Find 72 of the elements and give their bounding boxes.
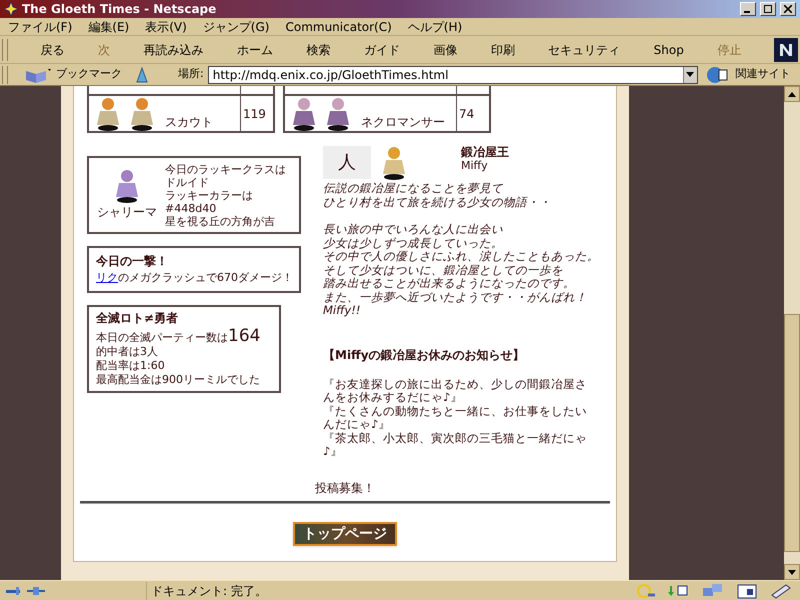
- lucky-text: ラッキーカラーは#448d40: [165, 188, 254, 214]
- toolbar-button[interactable]: 印刷: [490, 40, 515, 58]
- toolbar-button[interactable]: ホーム: [237, 40, 274, 58]
- kanji-tile: 人: [323, 146, 371, 179]
- lotto-count: 本日の全滅パーティー数は 164: [96, 328, 262, 344]
- window-title: The Gloeth Times - Netscape: [22, 1, 218, 18]
- location-label: 場所:: [178, 66, 204, 82]
- address-card-icon[interactable]: [736, 582, 758, 598]
- maximize-icon: [764, 5, 772, 13]
- lucky-text: 星を視る丘の方角が吉: [165, 214, 276, 228]
- lotto-title: 全滅ロト≠勇者: [96, 310, 180, 324]
- strike-title: 今日の一撃！: [96, 253, 169, 270]
- lotto-text: 配当率は1:60: [96, 358, 166, 372]
- story-line: 伝説の鍛冶屋になることを夢見て: [323, 182, 504, 196]
- close-button[interactable]: [780, 2, 796, 16]
- scrollbar[interactable]: [784, 86, 800, 580]
- player-link[interactable]: リク: [96, 271, 118, 284]
- toolbar-button[interactable]: 再読み込み: [144, 40, 204, 58]
- story-line: 少女は少しずつ成長していった。: [323, 236, 504, 250]
- minimize-button[interactable]: [740, 2, 756, 16]
- menu-item[interactable]: 表示(V): [145, 18, 187, 36]
- app-icon: [4, 2, 18, 16]
- navigator-icon[interactable]: [634, 582, 656, 598]
- notice-text: 『たくさんの動物たちと一緒に、お仕事をしたいんだにゃ♪』: [323, 404, 588, 432]
- strike-text: リク のメガクラッシュで670ダメージ！: [96, 270, 292, 286]
- story-line: ひとり村を出て旅を続ける少女の物語・・: [323, 196, 552, 209]
- notice-title: 【Miffyの鍛冶屋お休みのお知らせ】: [323, 346, 526, 364]
- story-author: Miffy: [461, 159, 489, 172]
- toolbar-button[interactable]: 検索: [306, 40, 330, 58]
- related-sites-button[interactable]: 関連サイト: [706, 66, 791, 84]
- url-field[interactable]: http://mdq.enix.co.jp/GloethTimes.html: [208, 66, 698, 84]
- mail-icon[interactable]: [668, 582, 690, 598]
- toolbar-button[interactable]: セキュリティ: [548, 40, 620, 58]
- close-icon: [784, 5, 792, 13]
- lucky-text: 今日のラッキークラスはドルイド: [165, 162, 287, 188]
- class-name: ネクロマンサー: [361, 114, 445, 131]
- story-line: その中で人の優しさにふれ、涙したこともあった。: [323, 250, 600, 264]
- book-icon: [24, 66, 52, 82]
- toolbar-button[interactable]: 画像: [433, 40, 458, 58]
- top-page-button[interactable]: トップページ: [293, 522, 397, 546]
- menu-item[interactable]: 編集(E): [88, 18, 130, 36]
- story-line: Miffy!!: [323, 304, 362, 318]
- menu-item[interactable]: ジャンプ(G): [202, 18, 270, 36]
- notice-text: 『お友達探しの旅に出るため、少しの間鍛冶屋さんをお休みするだにゃ♪』: [323, 378, 588, 404]
- class-name: スカウト: [165, 114, 213, 131]
- menu-item[interactable]: ヘルプ(H): [408, 18, 462, 36]
- toolbar-button[interactable]: Shop: [654, 40, 684, 58]
- toolbar-button[interactable]: ガイド: [364, 40, 400, 58]
- story-title: 鍛冶屋王: [461, 146, 509, 159]
- lotto-text: 的中者は3人: [96, 344, 159, 358]
- story-line: そして少女はついに、鍛冶屋としての一歩を: [323, 264, 564, 277]
- character-name: シャリーマ: [97, 204, 157, 221]
- story-line: また、一歩夢へ近づいたようです・・がんばれ！: [323, 290, 588, 304]
- toolbar-button[interactable]: 戻る: [40, 40, 65, 58]
- menu-item[interactable]: Communicator(C): [285, 18, 392, 36]
- menu-item[interactable]: ファイル(F): [8, 18, 72, 36]
- pen-icon[interactable]: [770, 582, 792, 598]
- scroll-down-icon[interactable]: [788, 570, 796, 574]
- maximize-button[interactable]: [760, 2, 776, 16]
- netscape-logo: [774, 38, 798, 62]
- story-line: 踏み出せることが出来るようになったのです。: [323, 277, 576, 290]
- story-line: 長い旅の中でいろんな人に出会い: [323, 223, 504, 236]
- location-icon[interactable]: [134, 66, 150, 84]
- dropdown-arrow-icon[interactable]: [686, 72, 694, 77]
- status-text: ドキュメント: 完了。: [146, 582, 630, 600]
- submission-text: 投稿募集！: [315, 480, 375, 496]
- scroll-up-icon[interactable]: [788, 92, 796, 96]
- bookmarks-button[interactable]: ブックマーク: [24, 66, 122, 83]
- class-count: 74: [458, 106, 476, 122]
- notice-text: 『茶太郎、小太郎、寅次郎の三毛猫と一緒だにゃ♪』: [323, 432, 588, 458]
- class-count: 119: [242, 106, 267, 122]
- lotto-text: 最高配当金は900リーミルでした: [96, 372, 261, 386]
